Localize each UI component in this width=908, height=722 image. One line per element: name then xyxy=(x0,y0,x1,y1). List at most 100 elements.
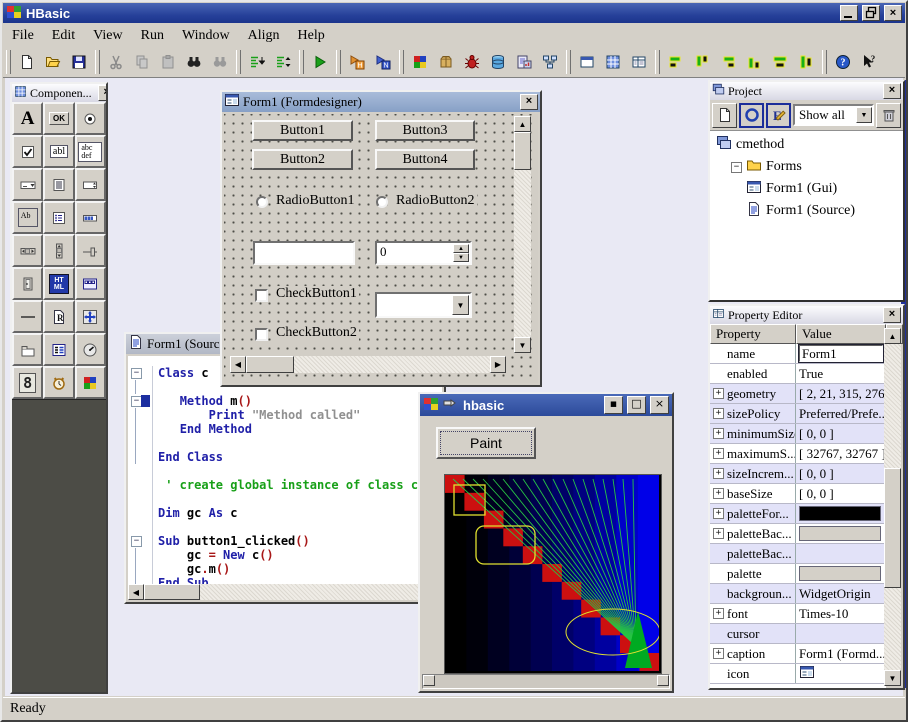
property-value[interactable] xyxy=(796,664,886,683)
tree-item-form1-gui[interactable]: Form1 (Gui) xyxy=(710,178,903,200)
color-swatch[interactable] xyxy=(799,526,881,541)
component-panel[interactable] xyxy=(12,267,43,300)
project-close-icon[interactable]: × xyxy=(883,83,901,99)
property-row-backgroun[interactable]: backgroun...WidgetOrigin xyxy=(710,584,886,604)
expand-plus-icon[interactable]: + xyxy=(713,508,724,519)
scroll-track[interactable] xyxy=(200,584,442,600)
form-spinbox[interactable]: 0 ▲ ▼ xyxy=(375,241,472,265)
form-canvas[interactable]: Button1 Button3 Button2 Button4 RadioBut… xyxy=(224,114,538,383)
new-form-button[interactable] xyxy=(712,103,737,128)
menu-view[interactable]: View xyxy=(84,26,131,46)
value-edit-field[interactable]: Form1 xyxy=(799,345,883,362)
expand-plus-icon[interactable]: + xyxy=(713,648,724,659)
component-textedit[interactable]: abc def xyxy=(75,135,106,168)
component-hscrollbar[interactable] xyxy=(12,234,43,267)
palette-titlebar[interactable]: Componen... × xyxy=(12,84,106,102)
component-progressbar[interactable] xyxy=(75,201,106,234)
component-vscrollbar[interactable] xyxy=(43,234,74,267)
form-radio1-circle[interactable] xyxy=(256,196,268,208)
form-radio2-label[interactable]: RadioButton2 xyxy=(394,193,477,209)
property-titlebar[interactable]: Property Editor × xyxy=(710,306,903,324)
scroll-end-right[interactable] xyxy=(657,675,669,686)
component-dial[interactable] xyxy=(75,333,106,366)
run-button[interactable] xyxy=(307,49,333,75)
property-vscrollbar[interactable]: ▲ ▼ xyxy=(884,328,901,686)
scroll-thumb[interactable] xyxy=(246,356,294,373)
component-spinbox[interactable] xyxy=(75,168,106,201)
align-top-button[interactable] xyxy=(689,49,715,75)
component-listbox[interactable] xyxy=(43,168,74,201)
component-lcdnumber[interactable]: 8 xyxy=(12,366,43,399)
property-value[interactable]: [ 2, 21, 315, 276 ] xyxy=(796,384,886,403)
form-hscrollbar[interactable]: ◀ ▶ xyxy=(230,356,506,373)
open-file-button[interactable] xyxy=(40,49,66,75)
fold-margin[interactable] xyxy=(128,380,153,394)
property-row-sizeincrem[interactable]: +sizeIncrem...[ 0, 0 ] xyxy=(710,464,886,484)
fold-margin[interactable] xyxy=(128,464,153,478)
form-button1[interactable]: Button1 xyxy=(252,120,353,141)
source-hscrollbar[interactable]: ◀ xyxy=(128,584,442,600)
property-row-palette[interactable]: palette xyxy=(710,564,886,584)
form-button2[interactable]: Button2 xyxy=(252,149,353,170)
property-value[interactable]: True xyxy=(796,364,886,383)
property-row-palettefor[interactable]: +paletteFor... xyxy=(710,504,886,524)
form-button4[interactable]: Button4 xyxy=(375,149,475,170)
new-file-button[interactable] xyxy=(14,49,40,75)
debug-button[interactable] xyxy=(459,49,485,75)
scroll-track[interactable] xyxy=(514,170,531,337)
component-checkbox[interactable] xyxy=(12,135,43,168)
window-cascade-button[interactable] xyxy=(574,49,600,75)
run-hbasic-button[interactable]: H xyxy=(344,49,370,75)
property-value[interactable]: [ 0, 0 ] xyxy=(796,424,886,443)
property-row-sizepolicy[interactable]: +sizePolicyPreferred/Prefe... xyxy=(710,404,886,424)
whats-this-button[interactable]: ? xyxy=(856,49,882,75)
property-value[interactable]: [ 0, 0 ] xyxy=(796,464,886,483)
spin-down-icon[interactable]: ▼ xyxy=(453,253,469,262)
minimize-button[interactable] xyxy=(840,5,858,21)
fold-margin[interactable]: − xyxy=(128,366,153,380)
fold-margin[interactable]: − xyxy=(128,394,153,408)
expand-folds-button[interactable] xyxy=(244,49,270,75)
table-view-button[interactable] xyxy=(626,49,652,75)
property-value[interactable]: Preferred/Prefe... xyxy=(796,404,886,423)
fold-margin[interactable]: − xyxy=(128,534,153,548)
scroll-right-icon[interactable]: ▶ xyxy=(490,356,506,373)
expander-minus-icon[interactable]: − xyxy=(731,162,742,173)
align-bottom-button[interactable] xyxy=(741,49,767,75)
close-button[interactable]: × xyxy=(884,5,902,21)
column-value[interactable]: Value xyxy=(796,324,886,344)
formdesigner-close-icon[interactable]: × xyxy=(520,94,538,110)
object-view-button[interactable] xyxy=(739,103,764,128)
property-value[interactable]: Form1 xyxy=(796,344,886,363)
delete-button[interactable] xyxy=(876,103,901,128)
fold-margin[interactable] xyxy=(128,450,153,464)
restore-button[interactable] xyxy=(862,5,880,21)
expand-plus-icon[interactable]: + xyxy=(713,388,724,399)
scroll-left-icon[interactable]: ◀ xyxy=(230,356,246,373)
form-check1-label[interactable]: CheckButton1 xyxy=(274,286,359,302)
align-right-button[interactable] xyxy=(715,49,741,75)
component-image[interactable] xyxy=(75,366,106,399)
property-row-palettebac[interactable]: +paletteBac... xyxy=(710,524,886,544)
tree-item-form1-source[interactable]: Form1 (Source) xyxy=(710,200,903,222)
expand-plus-icon[interactable]: + xyxy=(713,528,724,539)
property-value[interactable] xyxy=(796,544,886,563)
form-radio1-label[interactable]: RadioButton1 xyxy=(274,193,357,209)
scroll-down-icon[interactable]: ▼ xyxy=(884,670,901,686)
component-pushbutton[interactable]: OK xyxy=(43,102,74,135)
fold-margin[interactable] xyxy=(128,492,153,506)
expand-plus-icon[interactable]: + xyxy=(713,468,724,479)
component-groupbox[interactable]: Ab xyxy=(12,201,43,234)
menu-edit[interactable]: Edit xyxy=(43,26,84,46)
form-button3[interactable]: Button3 xyxy=(375,120,475,141)
component-multilistview[interactable] xyxy=(43,333,74,366)
form-vscrollbar[interactable]: ▲ ▼ xyxy=(514,116,531,353)
component-tabwidget[interactable] xyxy=(12,333,43,366)
property-value[interactable] xyxy=(796,564,886,583)
formdesigner-titlebar[interactable]: Form1 (Formdesigner) × xyxy=(222,92,540,112)
form-textinput[interactable] xyxy=(253,241,355,265)
component-report[interactable]: R xyxy=(43,300,74,333)
app-bottom-scrollbar[interactable] xyxy=(422,674,670,689)
tree-item-forms[interactable]: −Forms xyxy=(710,156,903,178)
report-designer-button[interactable] xyxy=(511,49,537,75)
